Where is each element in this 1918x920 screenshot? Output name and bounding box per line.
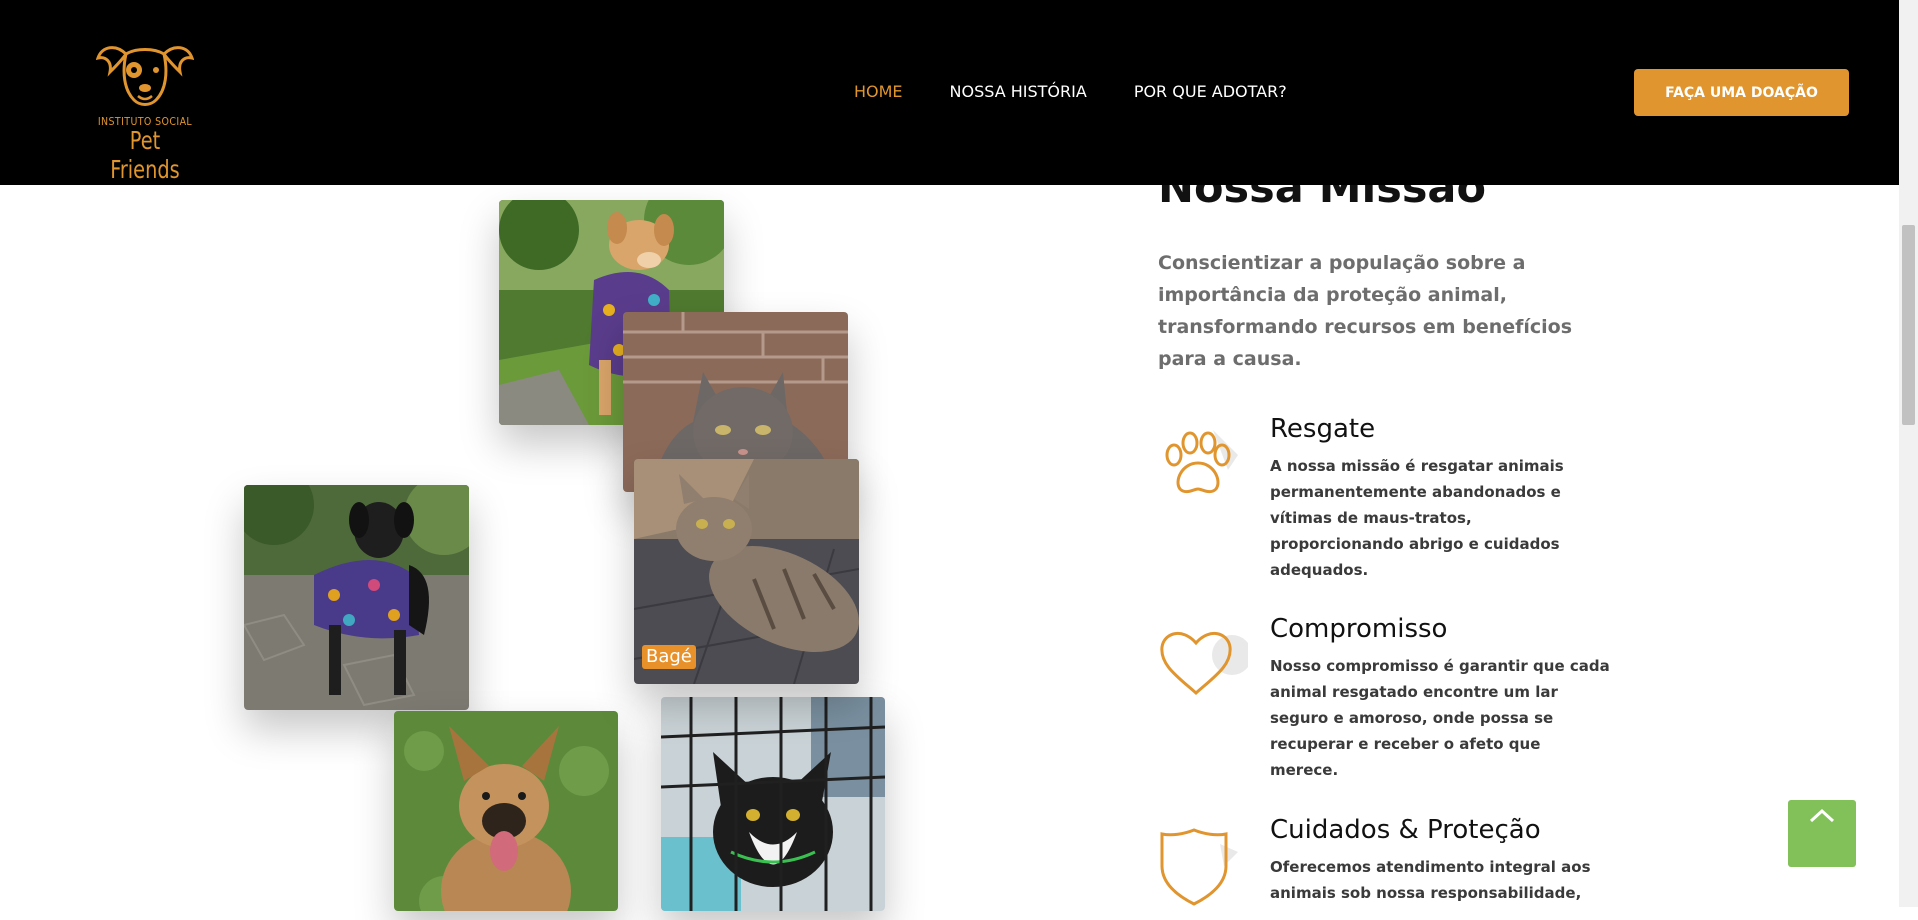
main-nav: HOME NOSSA HISTÓRIA POR QUE ADOTAR? xyxy=(854,82,1334,101)
photo-tuxedo-cat-cage xyxy=(661,697,885,911)
photo-caption: Bagé xyxy=(642,645,696,669)
site-header: INSTITUTO SOCIAL Pet Friends HOME NOSSA … xyxy=(0,0,1899,185)
feature-text: Oferecemos atendimento integral aos anim… xyxy=(1270,858,1591,902)
nav-por-que-adotar[interactable]: POR QUE ADOTAR? xyxy=(1134,82,1287,101)
photo-tabby-cat-bage: Bagé xyxy=(634,459,859,684)
mission-description: Conscientizar a população sobre a import… xyxy=(1158,252,1573,370)
feature-title: Cuidados & Proteção xyxy=(1270,815,1541,845)
photo-brown-dog-smiling xyxy=(394,711,618,911)
scrollbar-thumb[interactable] xyxy=(1902,225,1915,425)
donate-button[interactable]: FAÇA UMA DOAÇÃO xyxy=(1634,69,1849,116)
feature-title: Resgate xyxy=(1270,414,1376,444)
page-scrollbar[interactable] xyxy=(1899,0,1918,907)
nav-home[interactable]: HOME xyxy=(854,82,903,101)
photo-black-dog-hoodie xyxy=(244,485,469,710)
feature-text: Nosso compromisso é garantir que cada an… xyxy=(1270,657,1610,779)
dog-logo-icon xyxy=(96,46,194,106)
nav-nossa-historia[interactable]: NOSSA HISTÓRIA xyxy=(950,82,1087,101)
paw-icon xyxy=(1158,425,1248,515)
logo-title: Pet Friends xyxy=(110,126,180,184)
feature-text: A nossa missão é resgatar animais perman… xyxy=(1270,457,1564,579)
logo[interactable]: INSTITUTO SOCIAL Pet Friends xyxy=(88,42,202,184)
chevron-up-icon xyxy=(1809,808,1835,823)
feature-title: Compromisso xyxy=(1270,614,1448,644)
shield-icon xyxy=(1158,826,1248,916)
heart-icon xyxy=(1158,625,1252,715)
back-to-top-button[interactable] xyxy=(1788,800,1856,867)
